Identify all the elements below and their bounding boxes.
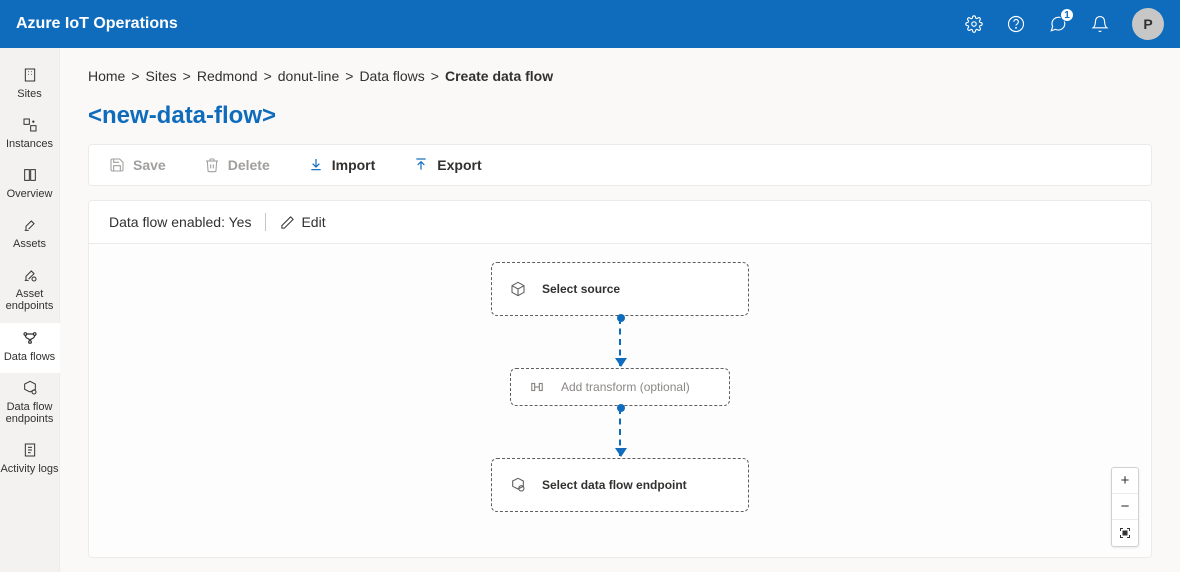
crumb-dataflows[interactable]: Data flows bbox=[359, 68, 424, 84]
feedback-badge: 1 bbox=[1060, 8, 1074, 22]
app-title: Azure IoT Operations bbox=[16, 15, 178, 33]
endpoint-icon bbox=[510, 477, 526, 493]
crumb-site[interactable]: Redmond bbox=[197, 68, 258, 84]
sidebar-item-instances[interactable]: Instances bbox=[0, 110, 60, 160]
arm-icon bbox=[21, 216, 39, 234]
save-label: Save bbox=[133, 157, 166, 173]
settings-icon[interactable] bbox=[964, 14, 984, 34]
avatar[interactable]: P bbox=[1132, 8, 1164, 40]
export-button[interactable]: Export bbox=[413, 157, 481, 173]
sidebar-item-label: Assets bbox=[13, 238, 46, 250]
topbar-right: 1 P bbox=[964, 8, 1164, 40]
help-icon[interactable] bbox=[1006, 14, 1026, 34]
select-endpoint-node[interactable]: Select data flow endpoint bbox=[491, 458, 749, 512]
sidebar-item-sites[interactable]: Sites bbox=[0, 60, 60, 110]
import-button[interactable]: Import bbox=[308, 157, 376, 173]
main: Home> Sites> Redmond> donut-line> Data f… bbox=[60, 48, 1180, 572]
delete-button: Delete bbox=[204, 157, 270, 173]
transform-icon bbox=[529, 379, 545, 395]
cube-link-icon bbox=[21, 379, 39, 397]
building-icon bbox=[21, 66, 39, 84]
status-bar: Data flow enabled: Yes Edit bbox=[88, 200, 1152, 244]
sidebar-item-data-flows[interactable]: Data flows bbox=[0, 323, 60, 373]
zoom-in-button[interactable]: + bbox=[1112, 468, 1138, 494]
zoom-fit-button[interactable] bbox=[1112, 520, 1138, 546]
flow-icon bbox=[21, 329, 39, 347]
crumb-sites[interactable]: Sites bbox=[146, 68, 177, 84]
instances-icon bbox=[21, 116, 39, 134]
endpoint-label: Select data flow endpoint bbox=[542, 478, 687, 492]
feedback-icon[interactable]: 1 bbox=[1048, 14, 1068, 34]
sidebar-item-label: Activity logs bbox=[0, 463, 58, 475]
sidebar-item-asset-endpoints[interactable]: Asset endpoints bbox=[0, 260, 60, 322]
topbar: Azure IoT Operations 1 P bbox=[0, 0, 1180, 48]
edit-button[interactable]: Edit bbox=[280, 214, 325, 230]
zoom-controls: + − bbox=[1111, 467, 1139, 547]
sidebar-item-label: Sites bbox=[17, 88, 41, 100]
sidebar-item-activity-logs[interactable]: Activity logs bbox=[0, 435, 60, 485]
toolbar: Save Delete Import Export bbox=[88, 144, 1152, 186]
sidebar-item-data-flow-endpoints[interactable]: Data flow endpoints bbox=[0, 373, 60, 435]
add-transform-node[interactable]: Add transform (optional) bbox=[510, 368, 730, 406]
delete-label: Delete bbox=[228, 157, 270, 173]
export-icon bbox=[413, 157, 429, 173]
sidebar-item-assets[interactable]: Assets bbox=[0, 210, 60, 260]
sidebar-item-label: Overview bbox=[7, 188, 53, 200]
sidebar-item-label: Data flow endpoints bbox=[0, 401, 60, 425]
save-button: Save bbox=[109, 157, 166, 173]
edit-label: Edit bbox=[301, 214, 325, 230]
sidebar-item-label: Asset endpoints bbox=[0, 288, 60, 312]
flow-column: Select source Add transform (optional) S… bbox=[491, 262, 749, 512]
connector bbox=[619, 318, 621, 366]
divider bbox=[265, 213, 266, 231]
cube-icon bbox=[510, 281, 526, 297]
sidebar-item-overview[interactable]: Overview bbox=[0, 160, 60, 210]
delete-icon bbox=[204, 157, 220, 173]
book-icon bbox=[21, 166, 39, 184]
sidebar-item-label: Instances bbox=[6, 138, 53, 150]
zoom-out-button[interactable]: − bbox=[1112, 494, 1138, 520]
edit-icon bbox=[280, 215, 295, 230]
export-label: Export bbox=[437, 157, 481, 173]
transform-label: Add transform (optional) bbox=[561, 380, 690, 394]
save-icon bbox=[109, 157, 125, 173]
crumb-current: Create data flow bbox=[445, 68, 553, 84]
flow-canvas[interactable]: Select source Add transform (optional) S… bbox=[88, 244, 1152, 558]
crumb-home[interactable]: Home bbox=[88, 68, 125, 84]
connector bbox=[619, 408, 621, 456]
notifications-icon[interactable] bbox=[1090, 14, 1110, 34]
sidebar-item-label: Data flows bbox=[4, 351, 55, 363]
log-icon bbox=[21, 441, 39, 459]
dataflow-enabled-status: Data flow enabled: Yes bbox=[109, 214, 251, 230]
select-source-node[interactable]: Select source bbox=[491, 262, 749, 316]
crumb-instance[interactable]: donut-line bbox=[278, 68, 340, 84]
source-label: Select source bbox=[542, 282, 620, 296]
breadcrumb: Home> Sites> Redmond> donut-line> Data f… bbox=[88, 68, 1152, 84]
arm-link-icon bbox=[21, 266, 39, 284]
import-label: Import bbox=[332, 157, 376, 173]
import-icon bbox=[308, 157, 324, 173]
sidebar: Sites Instances Overview Assets Asset en… bbox=[0, 48, 60, 572]
page-title: <new-data-flow> bbox=[88, 102, 1152, 130]
